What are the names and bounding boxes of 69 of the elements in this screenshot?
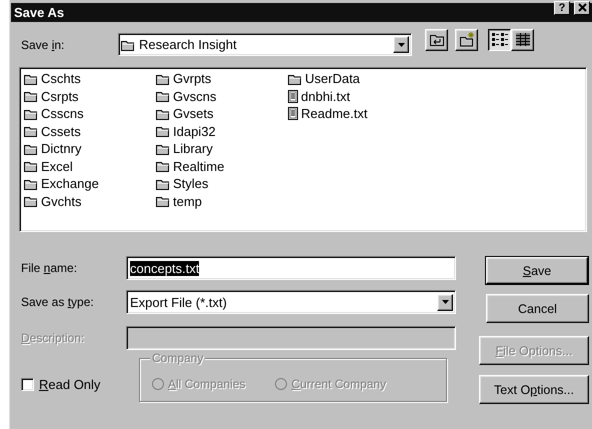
folder-icon xyxy=(24,90,38,102)
folder-item[interactable]: Gvsets xyxy=(172,106,214,122)
folder-icon xyxy=(24,142,38,155)
folder-icon xyxy=(24,72,38,85)
help-button[interactable]: ? xyxy=(554,0,570,14)
description-label: Description: xyxy=(21,331,86,345)
folder-icon xyxy=(156,178,170,190)
text-options-button[interactable]: Text Options... xyxy=(479,375,589,404)
folder-item[interactable]: temp xyxy=(172,194,203,209)
list-view-icon xyxy=(492,32,508,47)
text-file-icon xyxy=(288,107,298,120)
folder-icon xyxy=(156,108,170,120)
details-view-icon xyxy=(514,32,530,47)
folder-item[interactable]: Csscns xyxy=(40,106,85,122)
folder-icon xyxy=(156,72,170,85)
folder-icon xyxy=(156,90,170,102)
file-list[interactable]: Cschts Csrpts Csscns Cssets Dictnry Excel Exchange Gvchts Gvrpts Gvscns Gvsets Idapi32 Library Realtime Styles temp UserData dnbhi.txt Readme.txt xyxy=(19,67,587,232)
cancel-button[interactable]: Cancel xyxy=(486,294,589,323)
read-only-checkbox[interactable]: Read Only xyxy=(21,376,139,392)
file-item[interactable]: Readme.txt xyxy=(300,106,368,122)
folder-item[interactable]: Gvchts xyxy=(40,194,82,209)
file-name-label: File name: xyxy=(21,261,78,275)
dropdown-arrow-icon xyxy=(442,300,448,304)
folder-icon xyxy=(288,72,302,85)
window-title: Save As xyxy=(14,5,66,20)
folder-icon xyxy=(24,108,38,120)
folder-item[interactable]: Library xyxy=(172,141,214,156)
folder-item[interactable]: Dictnry xyxy=(40,141,82,156)
save-button[interactable]: Save xyxy=(486,257,588,284)
folder-item[interactable]: Exchange xyxy=(40,176,100,192)
folder-icon xyxy=(24,160,38,172)
folder-item[interactable]: Styles xyxy=(172,176,210,192)
dropdown-button[interactable] xyxy=(393,36,409,53)
dropdown-button[interactable] xyxy=(437,294,453,310)
text-file-icon xyxy=(288,90,298,103)
folder-icon xyxy=(156,142,170,155)
folder-item[interactable]: Cssets xyxy=(40,124,82,139)
group-label: Company xyxy=(150,351,206,365)
details-view-button[interactable] xyxy=(511,28,534,50)
folder-item[interactable]: UserData xyxy=(304,71,361,86)
save-as-type-dropdown[interactable]: Export File (*.txt) xyxy=(126,290,456,314)
folder-name: Research Insight xyxy=(139,37,237,52)
folder-icon xyxy=(121,38,135,50)
folder-item[interactable]: Csrpts xyxy=(40,88,80,104)
up-folder-icon xyxy=(428,32,444,47)
save-in-label: Save in: xyxy=(21,38,66,52)
folder-icon xyxy=(156,160,170,172)
folder-item[interactable]: Cschts xyxy=(40,71,82,86)
folder-item[interactable]: Realtime xyxy=(172,158,226,174)
folder-icon xyxy=(156,125,170,138)
folder-item[interactable]: Gvrpts xyxy=(172,71,212,86)
close-button[interactable] xyxy=(574,0,590,14)
list-view-button[interactable] xyxy=(488,28,511,50)
folder-icon xyxy=(24,178,38,190)
new-folder-icon xyxy=(458,32,474,47)
file-item[interactable]: dnbhi.txt xyxy=(300,88,352,104)
folder-item[interactable]: Excel xyxy=(40,158,74,174)
dropdown-arrow-icon xyxy=(398,42,404,46)
save-as-type-label: Save as type: xyxy=(21,295,95,309)
folder-icon xyxy=(156,195,170,208)
file-name-field[interactable]: concepts.txt xyxy=(126,256,456,280)
folder-item[interactable]: Gvscns xyxy=(172,88,218,104)
folder-item[interactable]: Idapi32 xyxy=(172,124,217,139)
up-folder-button[interactable] xyxy=(425,28,448,50)
folder-icon xyxy=(24,125,38,138)
close-icon xyxy=(578,3,586,12)
save-in-dropdown[interactable]: Research Insight xyxy=(118,33,412,56)
folder-icon xyxy=(24,195,38,208)
new-folder-button[interactable] xyxy=(455,28,478,50)
